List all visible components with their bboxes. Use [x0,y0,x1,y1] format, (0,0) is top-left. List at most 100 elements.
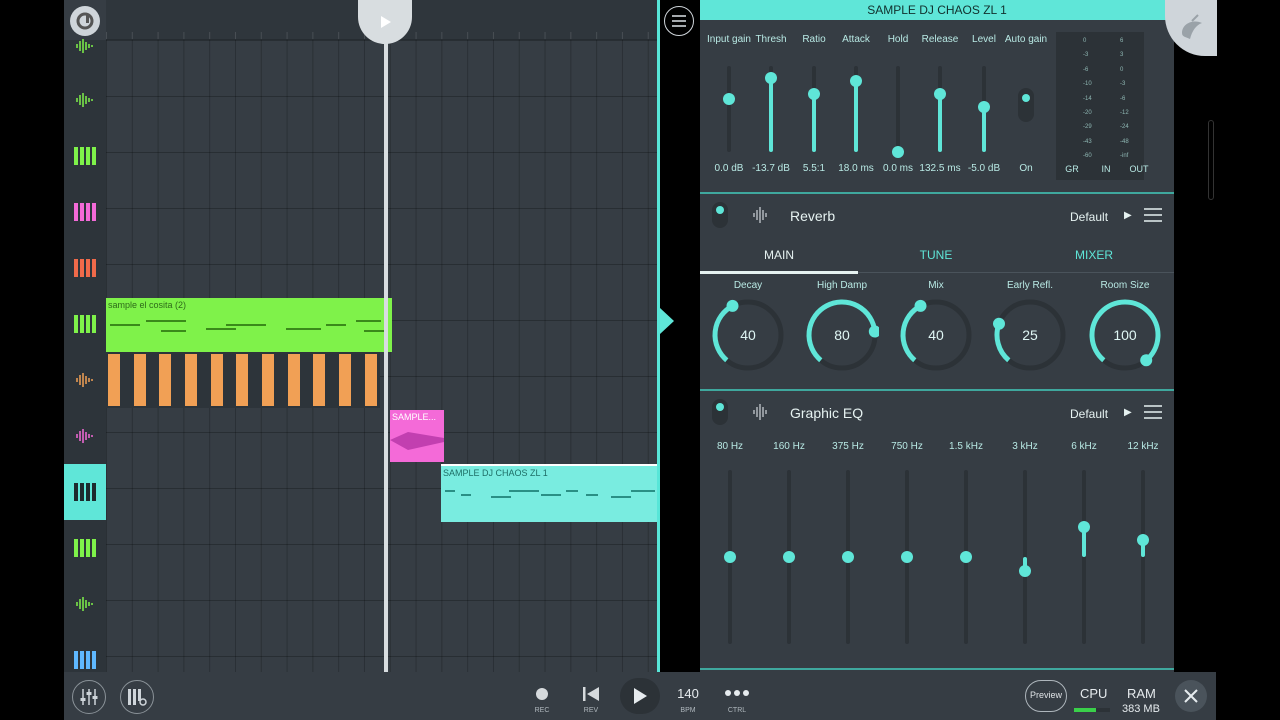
compressor-slider-handle[interactable] [808,88,820,101]
auto-gain-toggle-dot[interactable] [1022,94,1030,102]
meter-gr: 0 -3 -6 -10 -14 -20 -29 -43 -60 [1076,38,1092,164]
track-piano-2[interactable] [64,184,106,240]
track-piano-selected[interactable] [64,464,106,520]
compressor-slider-handle[interactable] [723,92,735,105]
mixer-button[interactable] [72,680,106,714]
plugin-title: SAMPLE DJ CHAOS ZL 1 [700,0,1174,20]
eq-slider-handle[interactable] [842,551,854,563]
compressor-slider-track[interactable] [727,66,731,152]
eq-slider-track[interactable] [1082,470,1086,644]
active-tab-indicator [700,271,858,274]
reverb-dial-label: Mix [928,280,944,291]
playhead-line[interactable] [384,40,388,672]
eq-slider-track[interactable] [1141,470,1145,644]
compressor-value: -13.7 dB [752,163,790,174]
reverb-preset[interactable]: Default [1070,210,1108,224]
collapse-panel-arrow-icon[interactable] [660,308,674,334]
track-piano-4[interactable] [64,296,106,352]
close-icon [1184,689,1198,703]
eq-slider-handle[interactable] [901,551,913,563]
reverb-menu-icon[interactable] [1144,208,1162,222]
tab-tune[interactable]: TUNE [920,248,953,262]
tempo-value[interactable]: 140 [677,686,699,701]
track-audio-5[interactable] [64,576,106,632]
close-button[interactable] [1175,680,1207,712]
preset-arrow-icon[interactable]: ▶ [1124,407,1132,418]
waveform-icon [76,39,93,53]
play-button[interactable] [620,678,660,714]
reverb-dial[interactable]: 40 [711,298,785,372]
compressor-value: 132.5 ms [919,163,961,174]
reverb-dial[interactable]: 80 [805,298,879,372]
track-piano-3[interactable] [64,240,106,296]
track-audio-3[interactable] [64,352,106,408]
tab-main[interactable]: MAIN [764,248,794,262]
more-button[interactable] [723,686,751,700]
reverb-power-toggle[interactable] [712,202,728,228]
rev-label: REV [583,707,599,714]
play-icon [634,688,647,704]
tab-mixer[interactable]: MIXER [1075,248,1113,262]
meter-tick-label: 3 [1120,52,1124,59]
eq-power-toggle[interactable] [712,399,728,425]
meter-tick-label: -6 [1083,66,1089,73]
eq-band-label: 80 Hz [716,441,744,452]
eq-preset[interactable]: Default [1070,407,1108,421]
cpu-usage-bar [1074,708,1110,712]
more-dots-icon [725,690,749,696]
compressor-slider-track[interactable] [896,66,900,152]
eq-name: Graphic EQ [790,405,864,421]
record-button[interactable] [534,686,550,702]
bottom-toolbar: REC REV 140 BPM CTRL Preview CPU RAM 383… [64,672,1216,720]
track-piano-6[interactable] [64,632,106,672]
meter-tick-label: -3 [1120,81,1126,88]
eq-slider-handle[interactable] [1019,564,1031,577]
ram-value: 383 MB [1122,703,1160,715]
eq-slider-handle[interactable] [1078,521,1090,534]
eq-band-label: 160 Hz [773,441,805,452]
plugin-scrollbar[interactable] [1208,120,1214,200]
reverb-dial[interactable]: 100 [1088,298,1162,372]
track-audio-1[interactable] [64,18,106,74]
compressor-slider-handle[interactable] [892,146,904,158]
eq-slider-handle[interactable] [960,551,972,563]
eq-slider-handle[interactable] [783,551,795,563]
track-audio-4[interactable] [64,408,106,464]
compressor-slider-handle[interactable] [934,88,946,101]
preset-arrow-icon[interactable]: ▶ [1124,210,1132,221]
eq-slider-handle[interactable] [724,551,736,563]
cpu-label: CPU [1080,686,1108,701]
compressor-label: Auto gain [1004,34,1048,45]
reverb-dial[interactable]: 25 [993,298,1067,372]
reverb-header: Reverb Default ▶ [700,198,1174,238]
preview-button[interactable]: Preview [1025,680,1067,712]
track-piano-1[interactable] [64,128,106,184]
playlist-panel: sample el cosita (2) SAMPLE... SAMPLE DJ… [64,0,659,672]
meter-tick-label: -24 [1120,124,1129,131]
clip-label: sample el cosita (2) [108,300,187,310]
compressor-slider-handle[interactable] [978,101,990,114]
track-audio-2[interactable] [64,72,106,128]
clip-sample-pink[interactable]: SAMPLE... [390,410,444,462]
meter-tick-label: 0 [1120,66,1124,73]
clip-orange-pattern[interactable] [106,352,380,408]
eq-slider-handle[interactable] [1137,533,1149,546]
compressor-slider-handle[interactable] [765,72,777,85]
meter-tick-label: -14 [1083,95,1092,102]
section-divider [700,192,1174,194]
panel-divider[interactable] [657,0,660,672]
reverb-dial-value: 80 [834,327,850,343]
clip-sample-dj-chaos[interactable]: SAMPLE DJ CHAOS ZL 1 [441,464,659,522]
track-piano-5[interactable] [64,520,106,576]
meter-tick-label: -10 [1083,81,1092,88]
compressor-slider-handle[interactable] [850,75,862,88]
reverb-dial[interactable]: 40 [899,298,973,372]
compressor-value: 5.5:1 [802,163,826,174]
rewind-button[interactable] [582,686,600,702]
eq-menu-icon[interactable] [1144,405,1162,419]
piano-settings-button[interactable] [120,680,154,714]
compressor-label: Release [921,34,959,45]
main-menu-button[interactable] [664,6,694,36]
reverb-dial-value: 40 [740,327,756,343]
clip-sample-el-cosita[interactable]: sample el cosita (2) [106,298,392,352]
